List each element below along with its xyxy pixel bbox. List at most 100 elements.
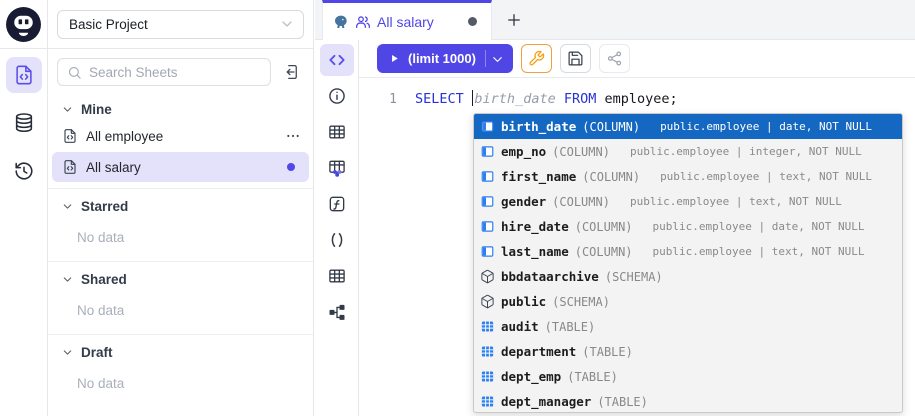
search-icon [67,65,82,80]
suggestion-department[interactable]: department (TABLE) [474,339,902,364]
suggestion-name: emp_no [501,144,546,159]
suggestion-kind: (TABLE) [582,345,633,359]
empty-state-text: No data [48,292,313,328]
keyword-select: SELECT [415,91,464,107]
save-icon [567,50,584,67]
sheet-item-label: All salary [86,160,141,175]
sheet-tree: Mine All employee All salary Starred No … [48,90,313,401]
share-button[interactable] [599,44,630,73]
section-shared[interactable]: Shared [48,266,313,292]
suggestion-audit[interactable]: audit(TABLE) [474,314,902,339]
divider [48,188,313,189]
table-masked-icon [327,158,347,178]
section-starred[interactable]: Starred [48,193,313,219]
run-query-button[interactable]: (limit 1000) [377,44,513,73]
sheet-item-all-salary[interactable]: All salary [52,152,309,182]
format-sql-button[interactable] [521,44,552,73]
section-mine[interactable]: Mine [48,96,313,122]
suggestion-kind: (SCHEMA) [605,270,663,284]
empty-state-text: No data [48,365,313,401]
save-button[interactable] [560,44,591,73]
share-icon [606,50,623,67]
code-line-1: 1 SELECT birth_date FROM employee; [359,90,915,109]
suggestion-detail: public.employee | text, NOT NULL [653,245,865,258]
chevron-down-icon[interactable] [485,50,507,67]
suggestion-dept_emp[interactable]: dept_emp(TABLE) [474,364,902,389]
left-rail [0,0,48,416]
play-icon [388,52,401,65]
sidebar: Basic Project Search Sheets Mine All emp… [48,0,314,416]
suggestion-first_name[interactable]: first_name(COLUMN)public.employee | text… [474,164,902,189]
sql-editor-app: Basic Project Search Sheets Mine All emp… [0,0,915,416]
project-selector[interactable]: Basic Project [57,10,304,39]
column-icon [480,169,495,184]
suggestion-name: dept_manager [501,394,591,409]
rail-databases-button[interactable] [6,105,42,141]
panel-sensitive-data-button[interactable] [320,152,354,184]
info-icon [327,86,347,106]
column-icon [480,194,495,209]
sheet-item-all-employee[interactable]: All employee [48,122,313,150]
editor-toolbar: (limit 1000) [359,40,915,78]
panel-info-button[interactable] [320,80,354,112]
suggestion-name: department [501,344,576,359]
sheet-icon [62,128,78,144]
suggestion-detail: public.employee | integer, NOT NULL [630,145,862,158]
editor-side-rail [315,40,359,416]
keyword-from: FROM [564,91,597,107]
panel-schema-diagram-button[interactable] [320,296,354,328]
section-draft[interactable]: Draft [48,339,313,365]
panel-sql-editor-button[interactable] [320,44,354,76]
line-number: 1 [359,90,397,109]
panel-external-tables-button[interactable] [320,260,354,292]
more-actions-button[interactable] [285,128,301,144]
table-icon [480,394,495,409]
tab-bar: All salary [315,0,915,40]
suggestion-gender[interactable]: gender(COLUMN)public.employee | text, NO… [474,189,902,214]
logo-area [0,0,47,49]
suggestion-detail: public.employee | date, NOT NULL [653,220,865,233]
chevron-down-icon [61,346,74,359]
column-icon [480,144,495,159]
suggestion-public[interactable]: public(SCHEMA) [474,289,902,314]
autocomplete-dropdown: birth_date(COLUMN)public.employee | date… [473,113,903,413]
search-sheets-input[interactable]: Search Sheets [57,58,271,86]
suggestion-dept_manager[interactable]: dept_manager (TABLE) [474,389,902,413]
empty-state-text: No data [48,219,313,255]
new-tab-button[interactable] [492,0,536,39]
tab-all-salary[interactable]: All salary [322,0,492,40]
column-icon [480,219,495,234]
schema-icon [480,294,495,309]
panel-functions-button[interactable] [320,188,354,220]
divider [48,334,313,335]
statement-tail: employee; [605,91,678,107]
unsaved-indicator-dot [468,17,477,26]
suggestion-birth_date[interactable]: birth_date(COLUMN)public.employee | date… [474,114,902,139]
suggestion-kind: (COLUMN) [575,220,633,234]
panel-tables-button[interactable] [320,116,354,148]
suggestion-last_name[interactable]: last_name(COLUMN)public.employee | text,… [474,239,902,264]
rail-history-button[interactable] [6,153,42,189]
suggestion-kind: (COLUMN) [582,170,640,184]
sql-statement: SELECT birth_date FROM employee; [397,90,678,109]
postgresql-icon [333,14,349,30]
suggestion-bbdataarchive[interactable]: bbdataarchive(SCHEMA) [474,264,902,289]
suggestion-kind: (TABLE) [567,370,618,384]
project-name: Basic Project [69,17,148,32]
suggestion-name: audit [501,319,539,334]
import-sheet-button[interactable] [278,59,304,85]
rail-nav [0,49,47,189]
suggestion-kind: (TABLE) [597,395,648,409]
parens-icon [327,230,347,250]
rail-worksheets-button[interactable] [6,57,42,93]
app-logo-icon[interactable] [5,6,42,43]
table-icon [480,344,495,359]
active-sheet-dot [287,163,295,171]
panel-procedures-button[interactable] [320,224,354,256]
suggestion-name: first_name [501,169,576,184]
suggestion-emp_no[interactable]: emp_no(COLUMN)public.employee | integer,… [474,139,902,164]
suggestion-name: last_name [501,244,569,259]
suggestion-hire_date[interactable]: hire_date(COLUMN)public.employee | date,… [474,214,902,239]
suggestion-kind: (COLUMN) [552,195,610,209]
main-area: All salary (limit 1000) [315,0,915,416]
